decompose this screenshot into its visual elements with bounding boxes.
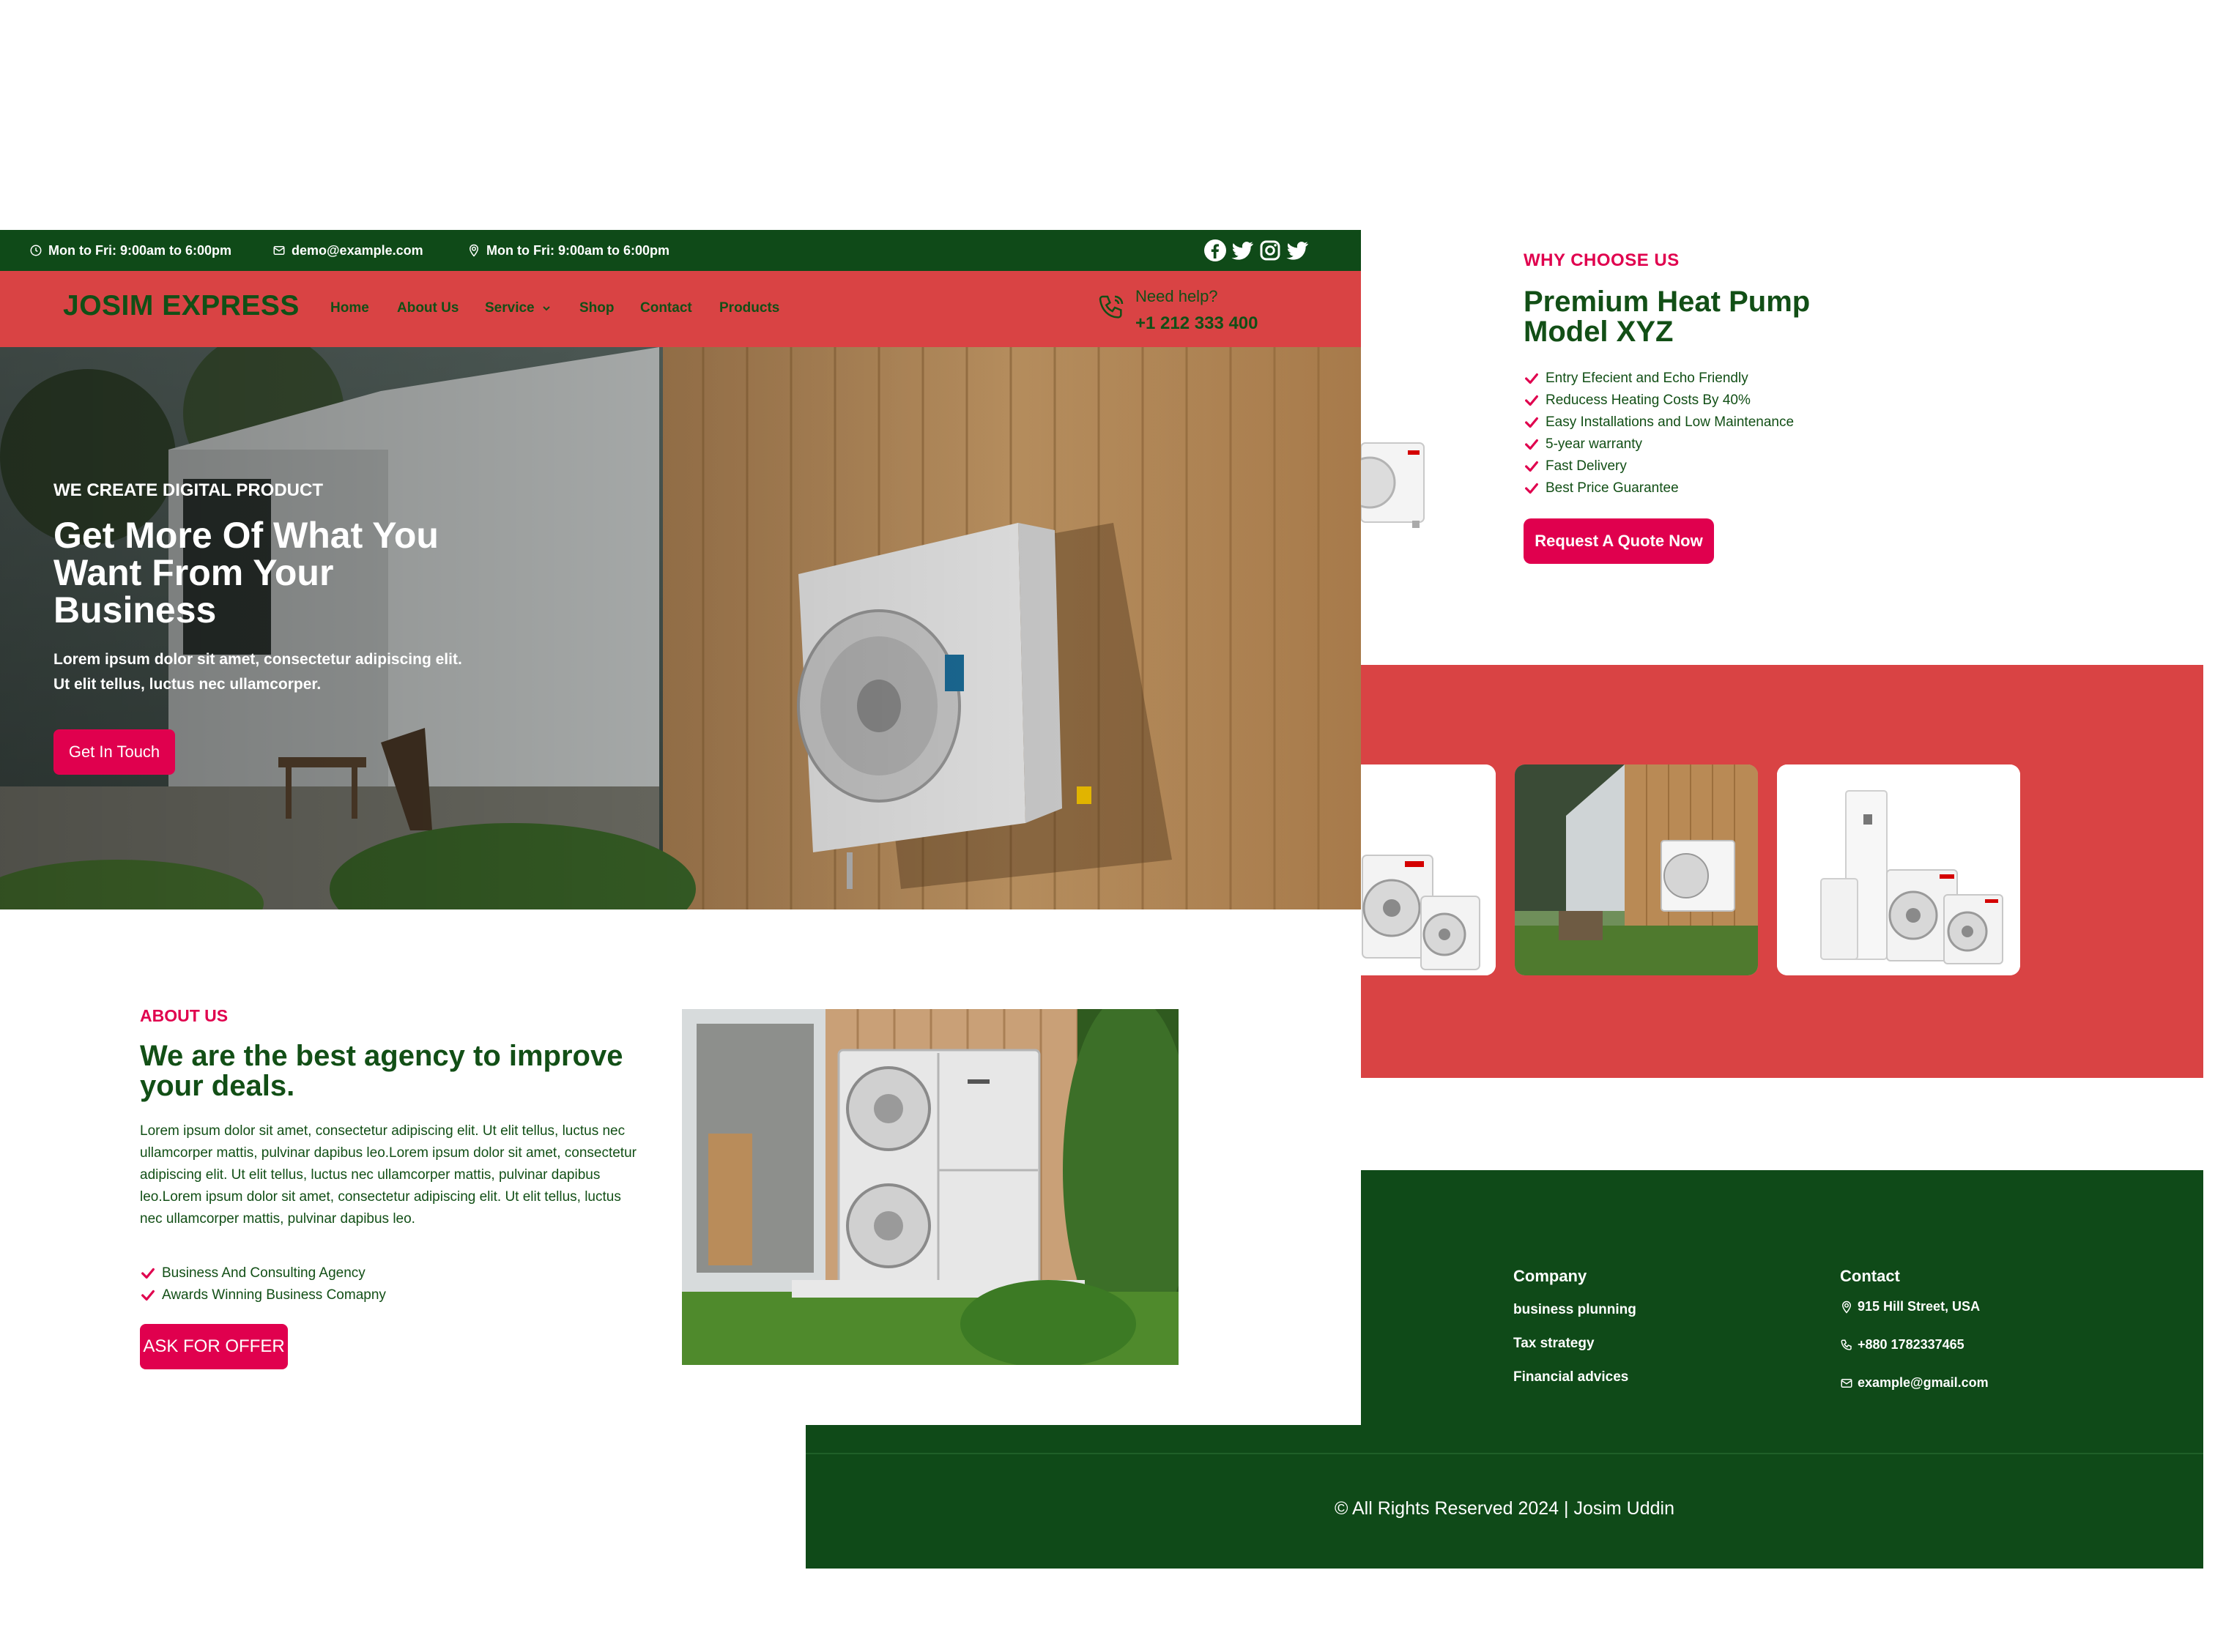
check-icon xyxy=(1525,395,1538,406)
about-heat-pump-image xyxy=(682,1009,1179,1365)
help-label: Need help? xyxy=(1135,287,1218,305)
phone-icon xyxy=(1097,293,1126,322)
twitter-icon[interactable] xyxy=(1285,239,1309,262)
phone-icon xyxy=(1841,1339,1852,1350)
topbar-location-text: Mon to Fri: 9:00am to 6:00pm xyxy=(486,242,670,258)
nav-item-label: Shop xyxy=(579,300,615,316)
topbar-email-text: demo@example.com xyxy=(292,242,423,258)
nav-item-shop[interactable]: Shop xyxy=(579,300,615,316)
list-item-label: 5-year warranty xyxy=(1546,436,1642,452)
twitter-icon[interactable] xyxy=(1231,239,1254,262)
why-title: Premium Heat Pump Model XYZ xyxy=(1524,286,1811,348)
footer-phone[interactable]: +880 1782337465 xyxy=(1840,1337,1964,1353)
hero-eyebrow: WE CREATE DIGITAL PRODUCT xyxy=(53,480,323,500)
nav-item-home[interactable]: Home xyxy=(330,300,369,316)
check-icon xyxy=(1525,417,1538,428)
footer-company-heading: Company xyxy=(1513,1267,1587,1285)
footer-email[interactable]: example@gmail.com xyxy=(1840,1375,1989,1391)
nav-item-about[interactable]: About Us xyxy=(397,300,459,316)
copyright: © All Rights Reserved 2024 | Josim Uddin xyxy=(1334,1498,1674,1519)
nav-item-service[interactable]: Service xyxy=(485,300,552,316)
chevron-down-icon xyxy=(542,306,550,311)
help-phone[interactable]: +1 212 333 400 xyxy=(1135,313,1258,334)
topbar-email[interactable]: demo@example.com xyxy=(272,230,423,271)
list-item: Awards Winning Business Comapny xyxy=(140,1284,386,1306)
brand-logo[interactable]: JOSIM EXPRESS xyxy=(63,290,300,322)
house-heat-pump-image xyxy=(1515,764,1758,975)
nav-item-label: Home xyxy=(330,300,369,316)
hero-text: Lorem ipsum dolor sit amet, consectetur … xyxy=(53,651,462,693)
footer-link-financial-advices[interactable]: Financial advices xyxy=(1513,1369,1628,1385)
footer-address-text: 915 Hill Street, USA xyxy=(1858,1299,1981,1314)
nav-item-label: Contact xyxy=(640,300,692,316)
list-item-label: Awards Winning Business Comapny xyxy=(162,1287,386,1303)
about-text: Lorem ipsum dolor sit amet, consectetur … xyxy=(140,1123,637,1227)
topbar-location: Mon to Fri: 9:00am to 6:00pm xyxy=(467,230,669,271)
nav-item-label: Service xyxy=(485,300,535,316)
list-item-label: Entry Efecient and Echo Friendly xyxy=(1546,371,1748,386)
footer-link-business-planning[interactable]: business plunning xyxy=(1513,1302,1636,1318)
instagram-icon[interactable] xyxy=(1258,239,1282,262)
get-in-touch-button[interactable]: Get In Touch xyxy=(53,729,175,775)
list-item: Fast Delivery xyxy=(1524,455,1794,477)
list-item: Entry Efecient and Echo Friendly xyxy=(1524,368,1794,390)
ask-for-offer-button[interactable]: ASK FOR OFFER xyxy=(140,1324,288,1369)
about-eyebrow: ABOUT US xyxy=(140,1006,229,1025)
list-item: Reducess Heating Costs By 40% xyxy=(1524,390,1794,412)
topbar-hours-text: Mon to Fri: 9:00am to 6:00pm xyxy=(48,242,232,258)
mail-icon xyxy=(273,246,285,255)
footer-link-tax-strategy[interactable]: Tax strategy xyxy=(1513,1336,1595,1352)
clock-icon xyxy=(30,245,42,256)
check-icon xyxy=(1525,439,1538,450)
gallery-card[interactable] xyxy=(1777,764,2020,975)
list-item: 5-year warranty xyxy=(1524,434,1794,455)
list-item-label: Best Price Guarantee xyxy=(1546,480,1679,496)
facebook-icon[interactable] xyxy=(1203,239,1227,262)
list-item-label: Easy Installations and Low Maintenance xyxy=(1546,414,1795,430)
topbar-hours: Mon to Fri: 9:00am to 6:00pm xyxy=(29,230,231,271)
gallery-card[interactable] xyxy=(1515,764,1758,975)
list-item-label: Reducess Heating Costs By 40% xyxy=(1546,392,1751,408)
check-icon xyxy=(141,1268,155,1279)
list-item: Business And Consulting Agency xyxy=(140,1262,386,1284)
footer-email-text: example@gmail.com xyxy=(1858,1375,1989,1390)
nav-item-label: About Us xyxy=(397,300,459,316)
footer-address: 915 Hill Street, USA xyxy=(1840,1299,1980,1314)
mail-icon xyxy=(1841,1378,1852,1388)
list-item: Best Price Guarantee xyxy=(1524,477,1794,499)
footer-phone-text: +880 1782337465 xyxy=(1858,1337,1964,1352)
list-item-label: Fast Delivery xyxy=(1546,458,1627,474)
map-pin-icon xyxy=(469,244,479,257)
check-icon xyxy=(141,1290,155,1301)
footer-contact-heading: Contact xyxy=(1840,1267,1900,1285)
why-feature-list: Entry Efecient and Echo Friendly Reduces… xyxy=(1524,368,1794,499)
map-pin-icon xyxy=(1841,1301,1852,1314)
check-icon xyxy=(1525,461,1538,472)
check-icon xyxy=(1525,483,1538,494)
nav-item-contact[interactable]: Contact xyxy=(640,300,692,316)
heat-pump-set-image xyxy=(1777,764,2020,975)
about-feature-list: Business And Consulting Agency Awards Wi… xyxy=(140,1262,386,1306)
about-title: We are the best agency to improve your d… xyxy=(140,1040,623,1102)
request-quote-button[interactable]: Request A Quote Now xyxy=(1524,518,1714,564)
list-item-label: Business And Consulting Agency xyxy=(162,1265,366,1281)
nav-item-label: Products xyxy=(719,300,780,316)
list-item: Easy Installations and Low Maintenance xyxy=(1524,412,1794,434)
hero-title: Get More Of What You Want From Your Busi… xyxy=(53,515,439,630)
heat-pump-image xyxy=(1361,436,1427,531)
check-icon xyxy=(1525,373,1538,384)
nav-item-products[interactable]: Products xyxy=(719,300,779,316)
why-eyebrow: WHY CHOOSE US xyxy=(1524,250,1680,270)
